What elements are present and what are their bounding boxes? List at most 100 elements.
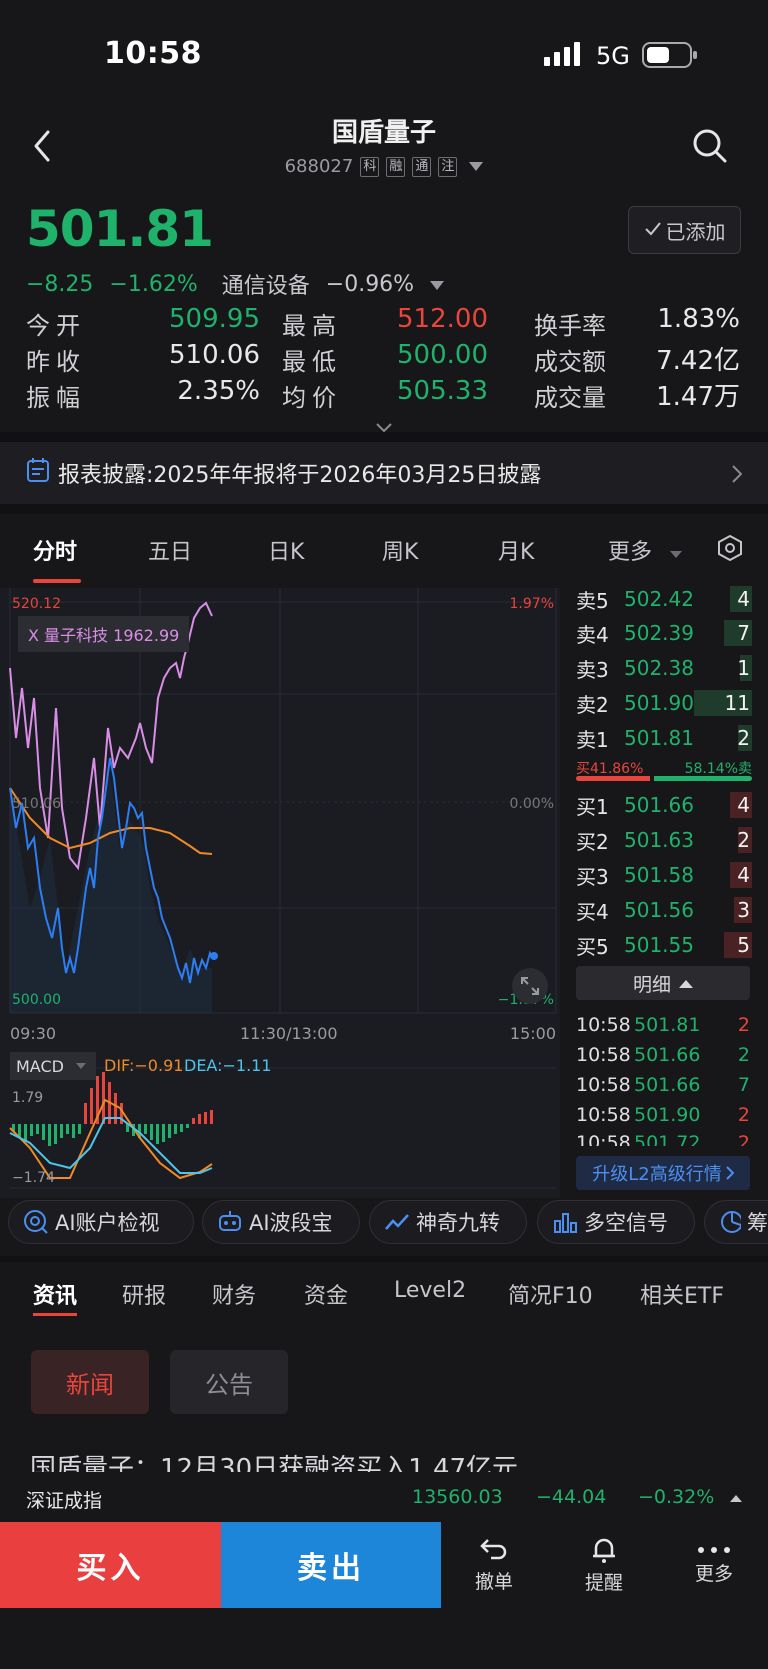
price-change: −8.25 bbox=[26, 271, 94, 297]
tick-volume: 7 bbox=[737, 1074, 750, 1096]
signal-icon bbox=[544, 42, 584, 70]
sell-ratio: 58.14%卖 bbox=[684, 761, 752, 777]
stats-grid: 今开 509.95 最高 512.00 换手率 1.83% 昨收 510.06 … bbox=[26, 304, 742, 418]
stock-code: 688027 bbox=[284, 156, 354, 177]
ask-label: 卖4 bbox=[576, 622, 609, 647]
tab-active-indicator bbox=[33, 579, 81, 583]
upgrade-l2-button[interactable]: 升级L2高级行情 bbox=[576, 1156, 750, 1190]
report-notice-text: 报表披露:2025年年报将于2026年03月25日披露 bbox=[58, 463, 542, 488]
chip-distribution-button[interactable]: 筹 bbox=[704, 1200, 768, 1244]
change-row: −8.25 −1.62% 通信设备 −0.96% bbox=[26, 268, 445, 300]
network-label: 5G bbox=[596, 42, 630, 70]
tab-active-indicator bbox=[33, 1313, 77, 1316]
stat-label-turnover: 换手率 bbox=[534, 312, 606, 340]
tab-capital[interactable]: 资金 bbox=[304, 1278, 348, 1310]
tick-price: 501.66 bbox=[634, 1074, 701, 1096]
tick-time: 10:58 bbox=[576, 1014, 631, 1036]
tab-level2[interactable]: Level2 bbox=[394, 1278, 466, 1303]
bar-chart-icon bbox=[554, 1213, 577, 1233]
tab-weekly-k[interactable]: 周K bbox=[382, 534, 418, 566]
bid-price: 501.56 bbox=[624, 898, 694, 922]
more-dots-icon bbox=[698, 1546, 730, 1553]
tab-monthly-k[interactable]: 月K bbox=[498, 534, 534, 566]
index-ticker[interactable]: 深证成指 13560.03 −44.04 −0.32% bbox=[0, 1474, 768, 1522]
dropdown-icon bbox=[469, 156, 484, 177]
robot-icon bbox=[219, 1211, 241, 1231]
stat-label-high: 最高 bbox=[282, 312, 342, 340]
y-axis-bottom: 500.00 bbox=[12, 992, 61, 1008]
more-button[interactable]: 更多 bbox=[664, 1522, 764, 1608]
y-axis-top: 520.12 bbox=[12, 596, 61, 612]
tick-price: 501.81 bbox=[634, 1014, 701, 1036]
tab-etf[interactable]: 相关ETF bbox=[640, 1278, 724, 1310]
bid-label: 买1 bbox=[576, 794, 609, 819]
detail-button[interactable]: 明细 bbox=[576, 966, 750, 1000]
trend-icon bbox=[385, 1214, 409, 1230]
long-short-signal-button[interactable]: 多空信号 bbox=[537, 1200, 695, 1244]
ask-price: 502.39 bbox=[624, 621, 694, 645]
upgrade-label: 升级L2高级行情 bbox=[592, 1164, 722, 1185]
tick-row: 10:58 501.66 2 bbox=[576, 1044, 752, 1066]
settings-hex-icon[interactable] bbox=[716, 534, 744, 566]
alert-button[interactable]: 提醒 bbox=[554, 1522, 654, 1608]
stat-value-amplitude: 2.35% bbox=[177, 376, 260, 406]
bid-volume: 2 bbox=[737, 828, 750, 852]
tool-label: AI波段宝 bbox=[249, 1211, 333, 1235]
stock-name: 国盾量子 bbox=[331, 118, 436, 148]
search-icon[interactable] bbox=[692, 128, 728, 168]
tool-label: 多空信号 bbox=[584, 1211, 668, 1235]
chevron-up-icon bbox=[679, 979, 693, 988]
bid-label: 买3 bbox=[576, 864, 609, 889]
ask-volume: 7 bbox=[737, 621, 750, 645]
tab-intraday[interactable]: 分时 bbox=[33, 534, 77, 566]
news-headline[interactable]: 国盾量子：12月30日获融资买入1.47亿元 bbox=[30, 1448, 750, 1472]
tab-f10[interactable]: 简况F10 bbox=[508, 1278, 593, 1310]
sell-ratio-bar bbox=[654, 776, 752, 781]
cancel-order-button[interactable]: 撤单 bbox=[444, 1522, 544, 1608]
tab-finance[interactable]: 财务 bbox=[212, 1278, 256, 1310]
added-watchlist-button[interactable]: 已添加 bbox=[628, 206, 741, 254]
stat-value-low: 500.00 bbox=[397, 340, 488, 370]
news-filter-button[interactable]: 新闻 bbox=[31, 1350, 149, 1414]
nine-turn-button[interactable]: 神奇九转 bbox=[369, 1200, 527, 1244]
sector-name[interactable]: 通信设备 bbox=[222, 268, 310, 300]
divider bbox=[0, 1256, 768, 1262]
index-change: −44.04 bbox=[536, 1486, 607, 1508]
tool-label: 筹 bbox=[747, 1211, 768, 1235]
tab-more[interactable]: 更多 bbox=[608, 534, 652, 566]
divider bbox=[0, 432, 768, 442]
sell-button[interactable]: 卖出 bbox=[221, 1522, 441, 1608]
fullscreen-icon[interactable] bbox=[512, 968, 548, 1004]
overlay-index-label[interactable]: X 量子科技 1962.99 bbox=[18, 616, 190, 652]
announcement-filter-button[interactable]: 公告 bbox=[170, 1350, 288, 1414]
tab-five-day[interactable]: 五日 bbox=[148, 534, 192, 566]
bid-label: 买4 bbox=[576, 899, 609, 924]
report-notice-bar[interactable]: 报表披露:2025年年报将于2026年03月25日披露 bbox=[0, 442, 768, 504]
chevron-right-icon bbox=[732, 464, 743, 489]
stat-label-avg: 均价 bbox=[282, 384, 342, 412]
index-name: 深证成指 bbox=[26, 1490, 103, 1512]
tab-daily-k[interactable]: 日K bbox=[268, 534, 304, 566]
tick-volume: 2 bbox=[737, 1014, 750, 1036]
stock-code-row[interactable]: 688027 科 融 通 注 bbox=[0, 156, 768, 177]
ask-volume: 1 bbox=[737, 656, 750, 680]
ai-account-review-button[interactable]: AI账户检视 bbox=[8, 1200, 194, 1244]
tab-research[interactable]: 研报 bbox=[122, 1278, 166, 1310]
bid-price: 501.55 bbox=[624, 933, 694, 957]
intraday-chart[interactable]: 520.12 510.06 500.00 1.97% 0.00% −1.97% … bbox=[0, 588, 560, 1198]
tool-label: AI账户检视 bbox=[55, 1211, 160, 1235]
tick-row: 10:58 501.90 2 bbox=[576, 1104, 752, 1126]
stat-value-open: 509.95 bbox=[169, 304, 260, 334]
tab-news[interactable]: 资讯 bbox=[33, 1278, 77, 1310]
ai-wave-button[interactable]: AI波段宝 bbox=[202, 1200, 360, 1244]
tick-row: 10:58 501.72 2 bbox=[576, 1132, 752, 1146]
divider bbox=[0, 504, 768, 514]
sector-dropdown-icon[interactable] bbox=[430, 272, 445, 297]
buy-button[interactable]: 买入 bbox=[0, 1522, 221, 1608]
stat-value-turnover: 1.83% bbox=[657, 304, 740, 334]
status-time: 10:58 bbox=[104, 36, 202, 71]
macd-selector[interactable]: MACD bbox=[10, 1052, 96, 1080]
ask-row-2: 卖2 501.90 11 bbox=[576, 686, 752, 720]
more-label: 更多 bbox=[694, 1562, 733, 1585]
bid-row-1: 买1 501.66 4 bbox=[576, 788, 752, 822]
